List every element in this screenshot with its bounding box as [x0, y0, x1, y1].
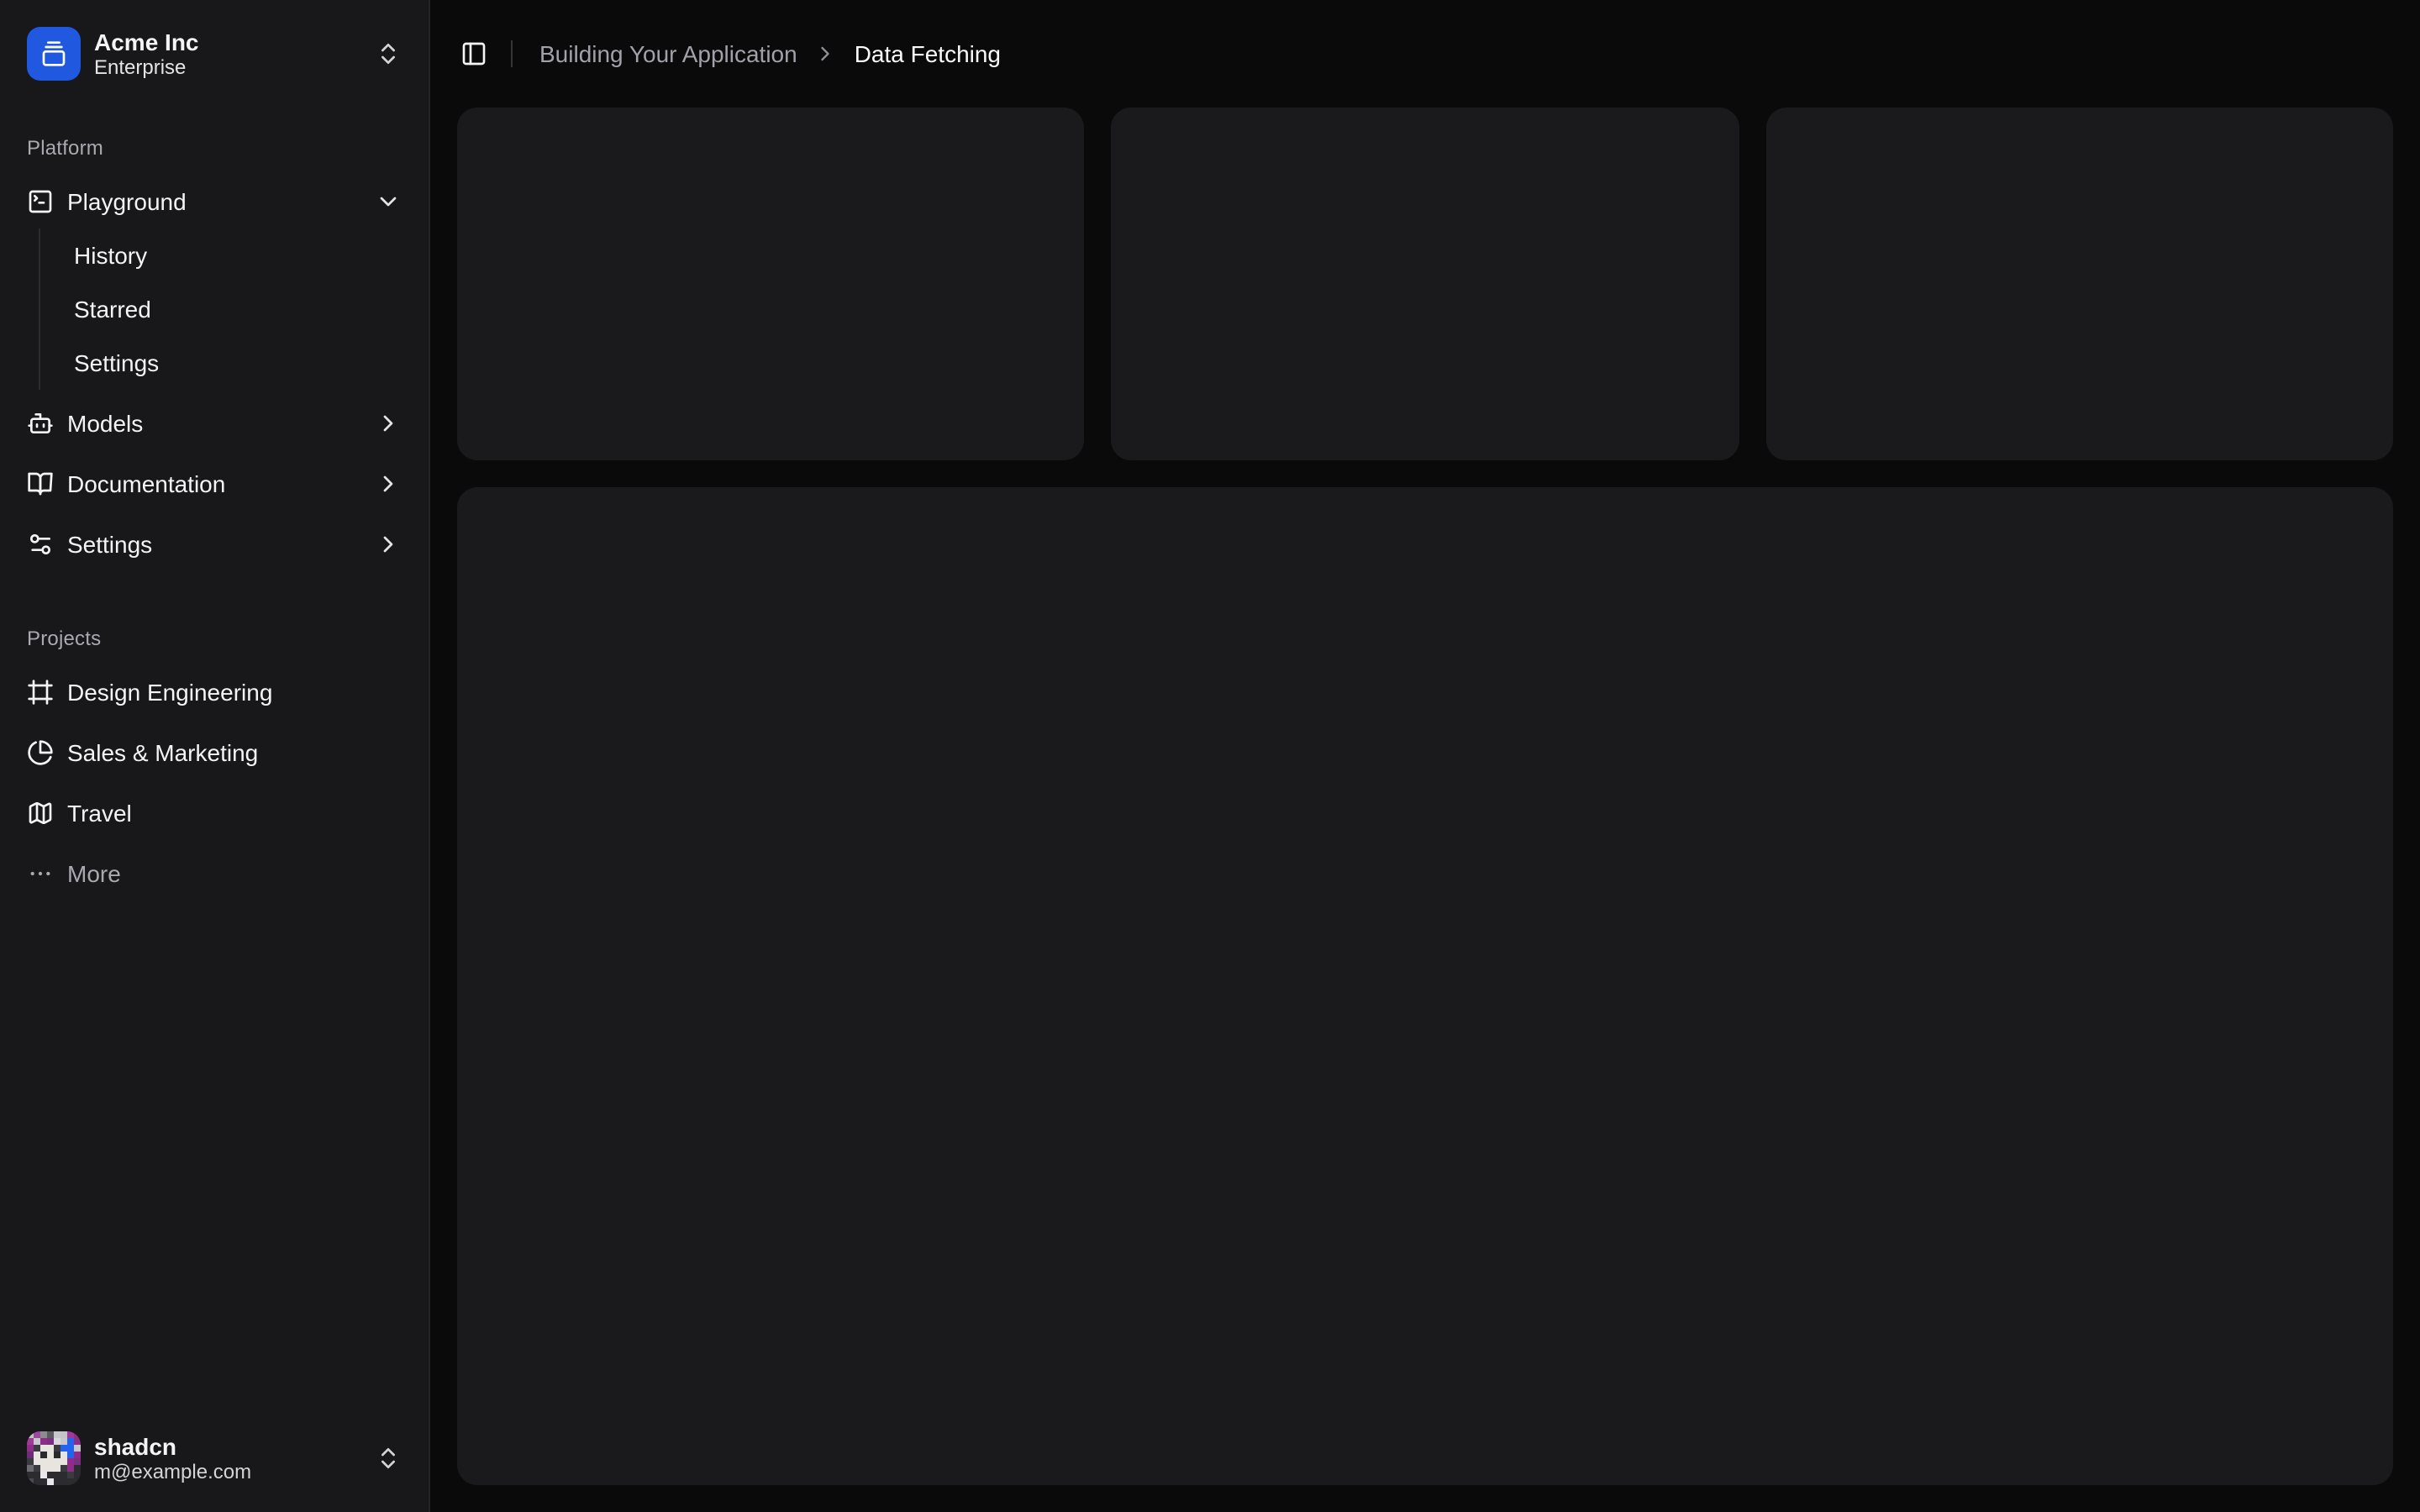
- team-logo: [27, 27, 81, 81]
- sidebar-group-projects: Projects Design Engineering Sales & Mark…: [0, 598, 429, 914]
- chevrons-up-down-icon: [375, 40, 402, 67]
- sidebar-item-settings[interactable]: Settings: [13, 517, 415, 571]
- chevrons-up-down-icon: [375, 1445, 402, 1472]
- square-terminal-icon: [27, 188, 54, 215]
- sidebar-subitem-settings[interactable]: Settings: [44, 336, 415, 390]
- bot-icon: [27, 410, 54, 437]
- user-menu-button[interactable]: shadcn m@example.com: [13, 1418, 415, 1499]
- breadcrumb-parent-link[interactable]: Building Your Application: [539, 40, 797, 67]
- team-name: Acme Inc: [94, 28, 361, 55]
- playground-submenu: History Starred Settings: [39, 228, 415, 390]
- placeholder-card-1: [457, 108, 1085, 460]
- page-content: [430, 108, 2420, 1512]
- sidebar-group-platform: Platform Playground History Starred Sett…: [0, 108, 429, 585]
- sidebar-item-sales-marketing[interactable]: Sales & Marketing: [13, 726, 415, 780]
- book-open-icon: [27, 470, 54, 497]
- pie-chart-icon: [27, 739, 54, 766]
- sidebar-item-more[interactable]: More: [13, 847, 415, 900]
- settings-icon: [27, 531, 54, 558]
- chevron-right-icon: [814, 42, 838, 66]
- sidebar-item-travel[interactable]: Travel: [13, 786, 415, 840]
- sidebar-header: Acme Inc Enterprise: [0, 0, 429, 108]
- placeholder-card-3: [1765, 108, 2393, 460]
- sidebar-toggle-button[interactable]: [450, 30, 497, 77]
- team-plan: Enterprise: [94, 56, 361, 80]
- chevron-right-icon: [375, 410, 402, 437]
- chevron-down-icon: [375, 188, 402, 215]
- chevron-right-icon: [375, 470, 402, 497]
- app-root: Acme Inc Enterprise Platform Playground: [0, 0, 2420, 1512]
- group-label-platform: Platform: [13, 121, 415, 175]
- sidebar-subitem-starred[interactable]: Starred: [44, 282, 415, 336]
- sidebar-item-models[interactable]: Models: [13, 396, 415, 450]
- sidebar: Acme Inc Enterprise Platform Playground: [0, 0, 430, 1512]
- breadcrumb: Building Your Application Data Fetching: [539, 40, 1001, 67]
- frame-icon: [27, 679, 54, 706]
- breadcrumb-current-page: Data Fetching: [855, 40, 1001, 67]
- placeholder-card-2: [1112, 108, 1739, 460]
- header-separator: [511, 40, 513, 67]
- group-label-projects: Projects: [13, 612, 415, 665]
- gallery-vertical-end-icon: [40, 40, 67, 67]
- sidebar-item-design-engineering[interactable]: Design Engineering: [13, 665, 415, 719]
- user-email: m@example.com: [94, 1461, 361, 1484]
- sidebar-item-documentation[interactable]: Documentation: [13, 457, 415, 511]
- sidebar-item-playground[interactable]: Playground: [13, 175, 415, 228]
- user-name: shadcn: [94, 1432, 361, 1459]
- avatar: [27, 1431, 81, 1485]
- team-switcher-button[interactable]: Acme Inc Enterprise: [13, 13, 415, 94]
- topbar: Building Your Application Data Fetching: [430, 0, 2420, 108]
- sidebar-footer: shadcn m@example.com: [0, 1404, 429, 1512]
- ellipsis-icon: [27, 860, 54, 887]
- map-icon: [27, 800, 54, 827]
- panel-left-icon: [460, 40, 487, 67]
- sidebar-content: Platform Playground History Starred Sett…: [0, 108, 429, 1404]
- main-area: Building Your Application Data Fetching: [430, 0, 2420, 1512]
- chevron-right-icon: [375, 531, 402, 558]
- placeholder-panel: [457, 487, 2393, 1485]
- card-grid: [457, 108, 2393, 460]
- sidebar-subitem-history[interactable]: History: [44, 228, 415, 282]
